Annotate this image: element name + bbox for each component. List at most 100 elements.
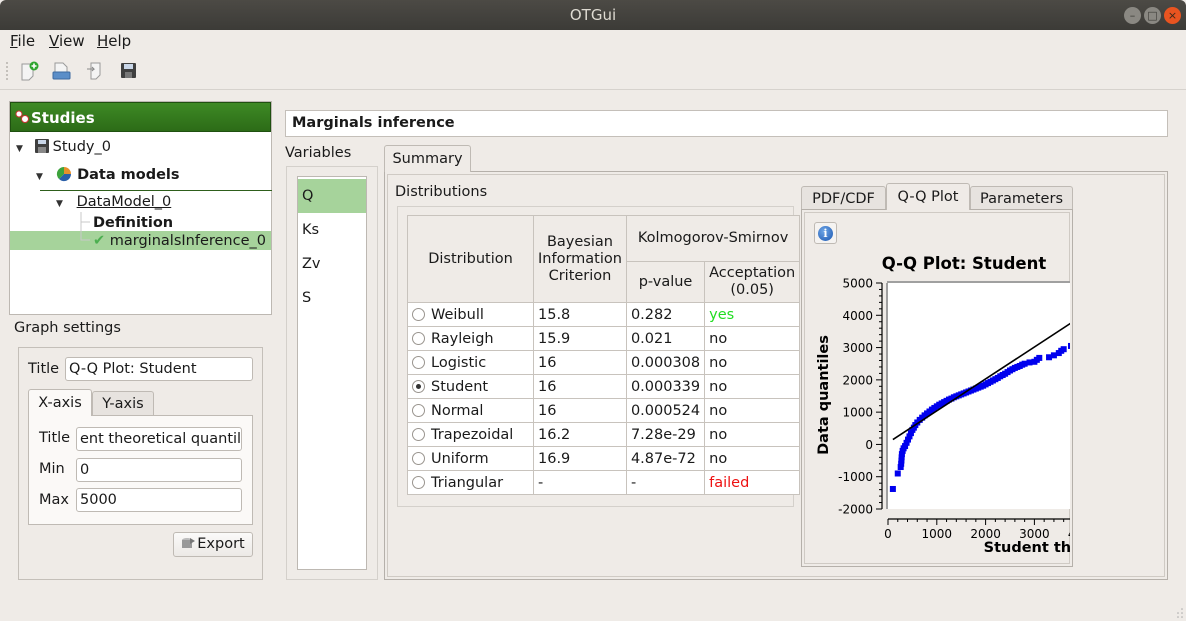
distribution-name: Logistic	[431, 354, 487, 371]
y-tick-label: 2000	[842, 373, 873, 387]
distributions-table: Distribution Bayesian Information Criter…	[407, 215, 801, 495]
distribution-radio[interactable]	[412, 307, 425, 321]
resize-grip[interactable]	[1174, 607, 1184, 619]
tree-item-study[interactable]: ▼ Study_0	[16, 137, 111, 157]
menu-help[interactable]: Help	[97, 32, 131, 50]
x-axis: 010002000300040005000	[884, 518, 1070, 541]
tab-qq-plot[interactable]: Q-Q Plot	[886, 183, 970, 210]
export-button[interactable]: Export	[173, 532, 253, 557]
graph-title-input[interactable]: Q-Q Plot: Student	[65, 357, 253, 381]
distribution-cell[interactable]: Logistic	[407, 350, 534, 375]
distribution-cell[interactable]: Normal	[407, 398, 534, 423]
distribution-name: Rayleigh	[431, 330, 494, 347]
pvalue-cell: 4.87e-72	[625, 446, 706, 471]
variable-item-s[interactable]: S	[298, 281, 366, 315]
maximize-button[interactable]: □	[1144, 7, 1161, 24]
table-row[interactable]: Logistic 16 0.000308 no	[407, 350, 801, 375]
acceptation-cell: no	[704, 398, 801, 423]
open-study-icon[interactable]	[52, 61, 72, 81]
axis-title-input[interactable]: ent theoretical quantiles	[76, 427, 242, 451]
table-row[interactable]: Uniform 16.9 4.87e-72 no	[407, 446, 801, 471]
variable-item-ks[interactable]: Ks	[298, 213, 366, 247]
menu-view[interactable]: View	[49, 32, 85, 50]
header-pvalue[interactable]: p-value	[625, 261, 706, 303]
window-title: OTGui	[569, 6, 617, 24]
menu-help-rest: elp	[108, 32, 132, 50]
distribution-radio[interactable]	[412, 451, 425, 465]
axis-max-input[interactable]: 5000	[76, 488, 242, 512]
distribution-cell[interactable]: Weibull	[407, 302, 534, 327]
info-button[interactable]: i	[814, 222, 837, 244]
distribution-cell[interactable]: Rayleigh	[407, 326, 534, 351]
import-python-icon[interactable]	[86, 61, 106, 81]
distribution-cell[interactable]: Uniform	[407, 446, 534, 471]
bic-cell: 16	[533, 398, 627, 423]
header-bic[interactable]: Bayesian Information Criterion	[533, 215, 627, 303]
tree-item-marginals-inference[interactable]: ✔ marginalsInference_0	[93, 231, 266, 251]
tab-parameters[interactable]: Parameters	[970, 186, 1073, 210]
x-axis-label: Student theoretical quantiles	[984, 540, 1070, 556]
distribution-radio[interactable]	[412, 379, 425, 393]
studies-header-label: Studies	[31, 109, 95, 127]
minimize-button[interactable]: –	[1124, 7, 1141, 24]
distribution-cell[interactable]: Triangular	[407, 470, 534, 495]
qq-point	[1068, 342, 1070, 349]
chart-title: Q-Q Plot: Student	[882, 254, 1047, 273]
header-acceptation[interactable]: Acceptation (0.05)	[704, 261, 801, 303]
tab-x-axis[interactable]: X-axis	[28, 389, 92, 416]
y-tick-label: -2000	[838, 503, 873, 517]
x-tick-label: 2000	[970, 527, 1001, 541]
tree-item-definition[interactable]: Definition	[93, 213, 173, 233]
table-row[interactable]: Student 16 0.000339 no	[407, 374, 801, 399]
expand-arrow-icon[interactable]: ▼	[56, 194, 68, 214]
header-distribution[interactable]: Distribution	[407, 215, 534, 303]
save-icon[interactable]	[119, 61, 139, 81]
pvalue-cell: 0.282	[625, 302, 706, 327]
toolbar-grip[interactable]	[6, 62, 8, 80]
distribution-radio[interactable]	[412, 403, 425, 417]
acceptation-cell: failed	[704, 470, 801, 495]
distribution-radio[interactable]	[412, 475, 425, 489]
menu-file[interactable]: File	[10, 32, 35, 50]
table-row[interactable]: Rayleigh 15.9 0.021 no	[407, 326, 801, 351]
distribution-radio[interactable]	[412, 355, 425, 369]
distribution-radio[interactable]	[412, 331, 425, 345]
tree-item-data-models[interactable]: ▼ Data models	[36, 165, 180, 185]
tree-item-data-model[interactable]: ▼ DataModel_0	[56, 192, 171, 212]
tab-summary[interactable]: Summary	[384, 145, 471, 172]
variable-item-zv[interactable]: Zv	[298, 247, 366, 281]
bic-cell: 16	[533, 374, 627, 399]
qq-point	[894, 470, 901, 477]
check-icon: ✔	[93, 233, 106, 249]
pvalue-cell: 0.000308	[625, 350, 706, 375]
new-study-icon[interactable]	[20, 61, 40, 81]
table-row[interactable]: Normal 16 0.000524 no	[407, 398, 801, 423]
menu-file-mnemonic: F	[10, 32, 18, 50]
x-tick-label: 0	[884, 527, 892, 541]
acceptation-cell: no	[704, 374, 801, 399]
expand-arrow-icon[interactable]: ▼	[36, 167, 48, 187]
distribution-radio[interactable]	[412, 427, 425, 441]
table-row[interactable]: Trapezoidal 16.2 7.28e-29 no	[407, 422, 801, 447]
y-axis: -2000 -1000 0 1000 2000 3000 4000 5000	[838, 277, 883, 517]
table-row[interactable]: Triangular - - failed	[407, 470, 801, 495]
axis-title-label: Title	[39, 430, 71, 446]
tree-analysis-label: marginalsInference_0	[109, 233, 266, 249]
table-row[interactable]: Weibull 15.8 0.282 yes	[407, 302, 801, 327]
axis-min-input[interactable]: 0	[76, 458, 242, 482]
graph-title-label: Title	[28, 361, 60, 377]
y-tick-label: 4000	[842, 309, 873, 323]
pvalue-cell: -	[625, 470, 706, 495]
expand-arrow-icon[interactable]: ▼	[16, 139, 28, 159]
header-ks[interactable]: Kolmogorov-Smirnov	[625, 215, 801, 262]
distribution-cell[interactable]: Trapezoidal	[407, 422, 534, 447]
distributions-label: Distributions	[395, 184, 488, 200]
close-button[interactable]: ×	[1164, 7, 1181, 24]
y-tick-label: 0	[865, 438, 873, 452]
distribution-cell[interactable]: Student	[407, 374, 534, 399]
variable-item-q[interactable]: Q	[298, 179, 366, 213]
tab-pdf-cdf[interactable]: PDF/CDF	[801, 186, 886, 210]
tab-y-axis[interactable]: Y-axis	[92, 391, 154, 416]
bic-cell: -	[533, 470, 627, 495]
y-tick-label: 3000	[842, 341, 873, 355]
